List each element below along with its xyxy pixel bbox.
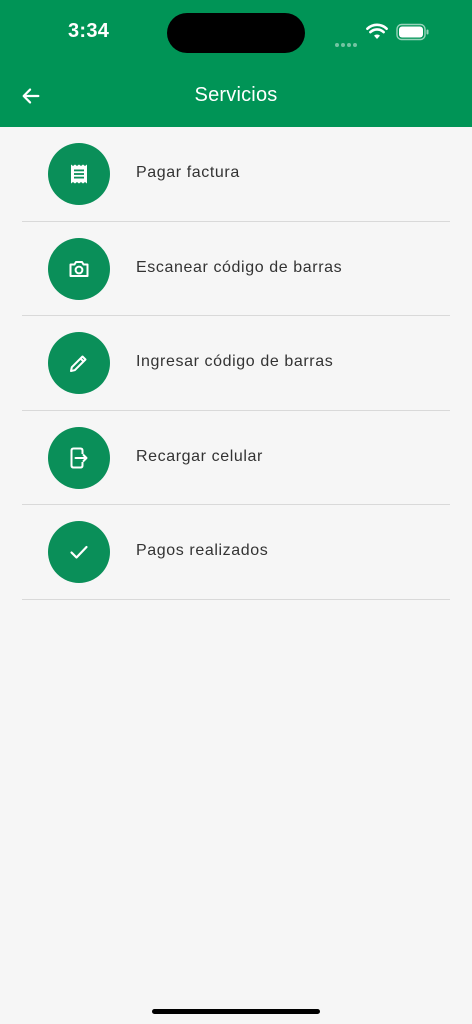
header: 3:34 Servicios	[0, 0, 472, 127]
dynamic-island	[167, 13, 305, 53]
page-title: Servicios	[194, 84, 278, 106]
check-icon	[48, 521, 110, 583]
status-bar: 3:34	[0, 0, 472, 62]
service-label: Recargar celular	[136, 447, 263, 465]
service-label: Escanear código de barras	[136, 258, 343, 276]
services-list: Pagar factura Escanear código de barras …	[22, 127, 450, 600]
status-time: 3:34	[68, 20, 110, 42]
app-bar: Servicios	[0, 62, 472, 127]
pencil-icon	[48, 332, 110, 394]
battery-icon	[396, 23, 430, 46]
service-item-enter-barcode[interactable]: Ingresar código de barras	[22, 316, 450, 411]
service-label: Pagar factura	[136, 164, 240, 181]
service-label: Ingresar código de barras	[136, 353, 334, 370]
receipt-icon	[48, 143, 110, 205]
service-item-payments-made[interactable]: Pagos realizados	[22, 505, 450, 600]
service-label: Pagos realizados	[136, 542, 269, 559]
service-item-scan-barcode[interactable]: Escanear código de barras	[22, 222, 450, 316]
phone-recharge-icon	[48, 426, 110, 489]
service-item-recharge-phone[interactable]: Recargar celular	[22, 411, 450, 505]
cellular-signal-icon	[335, 34, 359, 52]
camera-icon	[48, 237, 110, 300]
wifi-icon	[366, 23, 388, 46]
service-item-pay-bill[interactable]: Pagar factura	[22, 127, 450, 222]
home-indicator[interactable]	[152, 1009, 320, 1014]
